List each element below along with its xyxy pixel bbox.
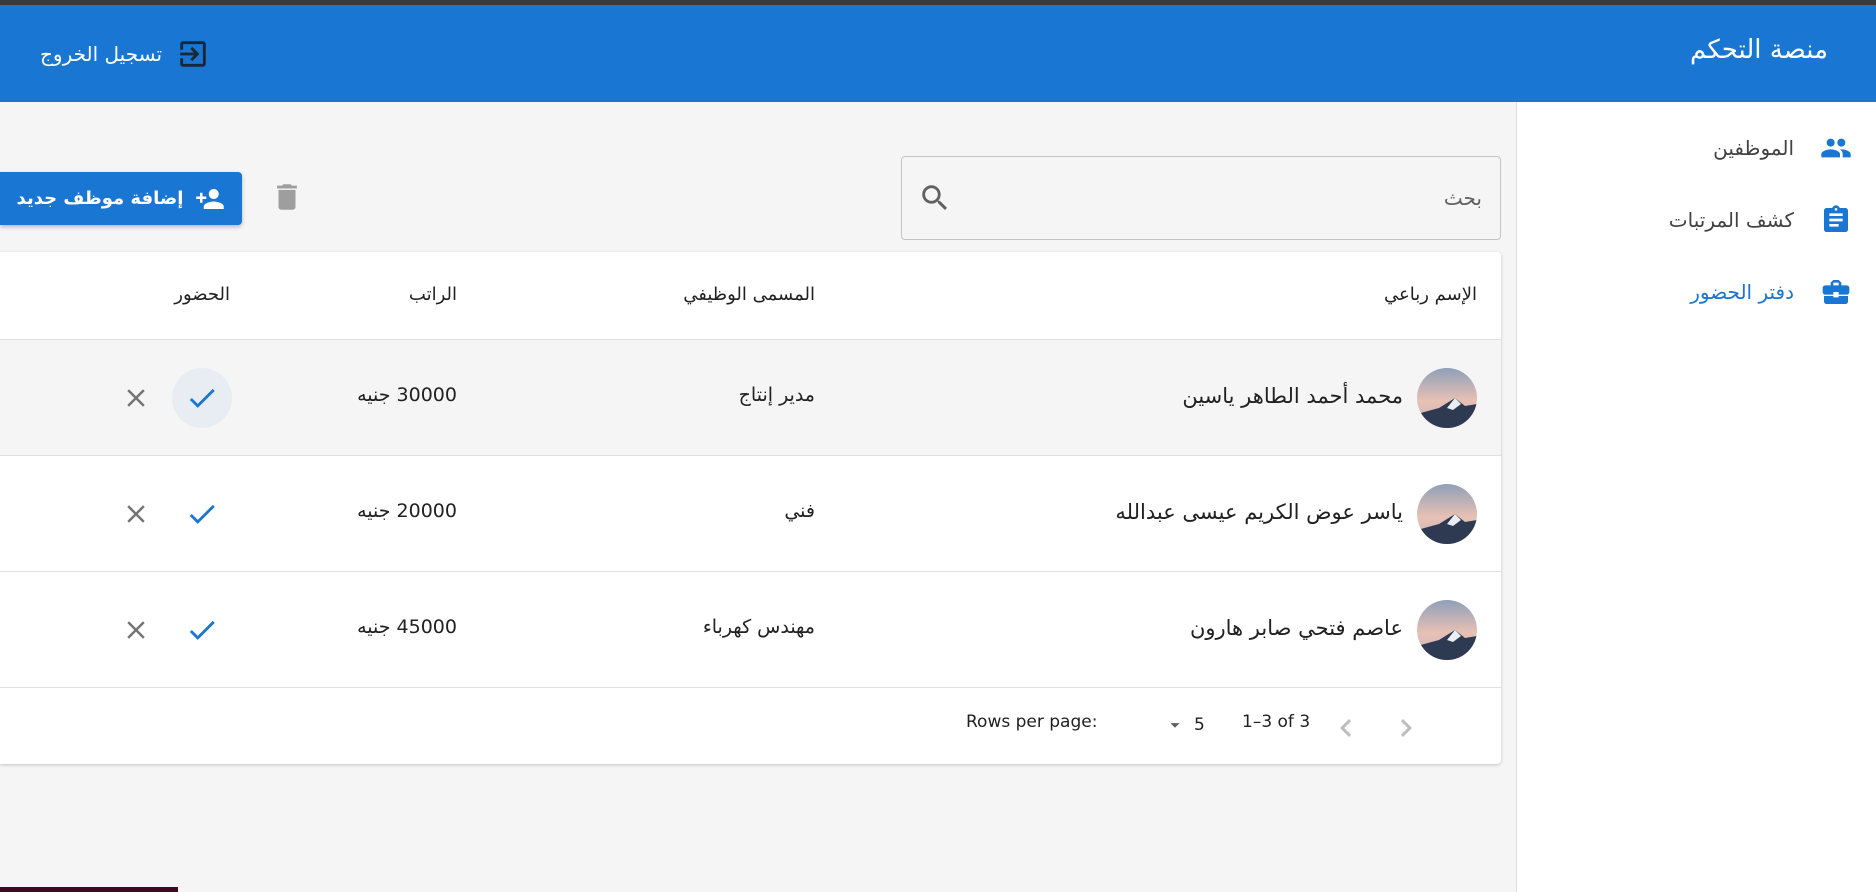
column-header-attendance: الحضور	[174, 284, 230, 305]
delete-icon[interactable]	[270, 178, 304, 216]
app-bar: منصة التحكم تسجيل الخروج	[0, 5, 1876, 102]
search-icon	[922, 185, 948, 211]
sidebar: الموظفين كشف المرتبات دفتر الحضور	[1516, 102, 1876, 892]
next-page-button[interactable]	[1388, 710, 1424, 746]
avatar	[1417, 368, 1477, 428]
table-pagination: Rows per page: 5 1–3 of 3	[0, 686, 1501, 764]
chevron-left-icon	[1340, 719, 1352, 737]
people-icon	[1821, 138, 1851, 158]
logout-icon	[180, 41, 206, 67]
mark-absent-button[interactable]	[116, 378, 156, 418]
employee-job: مدير إنتاج	[738, 384, 815, 406]
logout-button[interactable]: تسجيل الخروج	[40, 37, 210, 71]
column-header-job: المسمى الوظيفي	[683, 284, 815, 305]
rows-per-page-select[interactable]: 5	[1164, 710, 1220, 740]
employee-job: مهندس كهرباء	[702, 616, 815, 638]
person-add-icon	[196, 188, 225, 209]
employee-salary: 45000 جنيه	[357, 616, 457, 638]
mark-present-button[interactable]	[172, 600, 232, 660]
employee-name: محمد أحمد الطاهر ياسين	[1182, 384, 1403, 408]
table-header: الإسم رباعي المسمى الوظيفي الراتب الحضور	[0, 252, 1501, 340]
logout-label: تسجيل الخروج	[40, 42, 163, 66]
rows-per-page-value: 5	[1194, 715, 1205, 735]
close-icon	[127, 621, 145, 639]
mark-absent-button[interactable]	[116, 610, 156, 650]
avatar	[1417, 484, 1477, 544]
check-icon	[189, 388, 215, 408]
avatar	[1417, 600, 1477, 660]
search-input[interactable]	[962, 157, 1482, 239]
employees-table: الإسم رباعي المسمى الوظيفي الراتب الحضور…	[0, 252, 1501, 764]
sidebar-item-payroll[interactable]: كشف المرتبات	[1532, 196, 1852, 244]
briefcase-icon	[1822, 280, 1850, 304]
employee-job: فني	[784, 500, 815, 522]
add-employee-label: إضافة موظف جديد	[16, 188, 184, 209]
page-range: 1–3 of 3	[1242, 712, 1311, 732]
sidebar-item-label: كشف المرتبات	[1668, 208, 1794, 232]
rows-per-page-label: Rows per page:	[966, 712, 1098, 732]
check-icon	[189, 504, 215, 524]
chevron-right-icon	[1400, 719, 1412, 737]
bottom-edge-bar	[0, 887, 178, 892]
mark-present-button[interactable]	[172, 368, 232, 428]
mark-absent-button[interactable]	[116, 494, 156, 534]
sidebar-item-employees[interactable]: الموظفين	[1532, 124, 1852, 172]
mark-present-button[interactable]	[172, 484, 232, 544]
search-field[interactable]	[901, 156, 1501, 240]
table-row[interactable]: محمد أحمد الطاهر ياسين مدير إنتاج 30000 …	[0, 340, 1501, 456]
app-title: منصة التحكم	[1690, 35, 1828, 65]
table-row[interactable]: ياسر عوض الكريم عيسى عبدالله فني 20000 ج…	[0, 456, 1501, 572]
employee-salary: 30000 جنيه	[357, 384, 457, 406]
sidebar-item-attendance[interactable]: دفتر الحضور	[1532, 268, 1852, 316]
employee-salary: 20000 جنيه	[357, 500, 457, 522]
check-icon	[189, 620, 215, 640]
column-header-name: الإسم رباعي	[1384, 284, 1477, 305]
dropdown-arrow-icon	[1170, 723, 1180, 728]
sidebar-item-label: دفتر الحضور	[1690, 280, 1794, 304]
employee-name: عاصم فتحي صابر هارون	[1189, 616, 1403, 640]
sidebar-item-label: الموظفين	[1713, 136, 1794, 160]
previous-page-button[interactable]	[1328, 710, 1364, 746]
table-row[interactable]: عاصم فتحي صابر هارون مهندس كهرباء 45000 …	[0, 572, 1501, 688]
employee-name: ياسر عوض الكريم عيسى عبدالله	[1115, 500, 1403, 524]
close-icon	[127, 389, 145, 407]
clipboard-icon	[1824, 205, 1848, 232]
column-header-salary: الراتب	[408, 284, 457, 305]
add-employee-button[interactable]: إضافة موظف جديد	[0, 172, 242, 225]
close-icon	[127, 505, 145, 523]
